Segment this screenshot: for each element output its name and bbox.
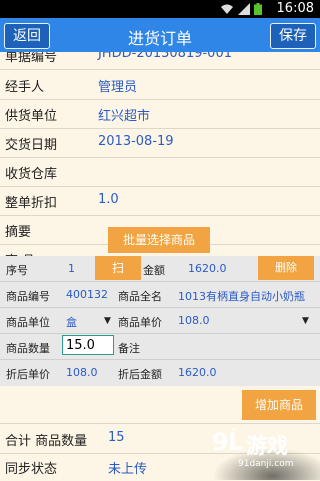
name-value: 1013有柄直身自动小奶瓶 [178, 290, 305, 303]
code-value: 400132 [66, 288, 108, 301]
item-panel: 序号 1 扫 金额 1620.0 删除 商品编号 400132 商品全名 101… [0, 256, 320, 386]
price-label: 商品单价 [118, 316, 162, 329]
item-code-row: 商品编号 400132 商品全名 1013有柄直身自动小奶瓶 [0, 282, 320, 307]
signal-icon [238, 3, 250, 15]
watermark-text: 游戏 [246, 434, 288, 458]
status-time: 16:08 [276, 1, 314, 16]
order-no-row: 单据编号 JHDD-20130819-001 [0, 52, 320, 70]
add-item-button[interactable]: 增加商品 [242, 390, 316, 420]
disc-amount-value: 1620.0 [178, 366, 217, 379]
quantity-input[interactable]: 15.0 [62, 335, 114, 355]
amount-label: 金额 [143, 264, 165, 277]
battery-icon [254, 3, 262, 15]
item-unit-row: 商品单位 盒 ▼ 商品单价 108.0 ▼ [0, 308, 320, 333]
discount-label: 整单折扣 [5, 196, 58, 211]
save-button[interactable]: 保存 [270, 23, 316, 49]
discount-row[interactable]: 整单折扣 1.0 [0, 186, 320, 216]
wifi-icon [221, 4, 233, 14]
summary-label: 摘要 [5, 225, 32, 240]
item-qty-row: 商品数量 15.0 备注 [0, 334, 320, 359]
handler-value[interactable]: 管理员 [98, 76, 137, 95]
total-value: 15 [108, 430, 125, 445]
status-bar: 16:08 [0, 0, 320, 18]
date-value[interactable]: 2013-08-19 [98, 134, 174, 149]
unit-label: 商品单位 [6, 316, 50, 329]
batch-select-button[interactable]: 批量选择商品 [108, 227, 210, 253]
amount-value: 1620.0 [188, 262, 227, 275]
qty-label: 商品数量 [6, 342, 50, 355]
note-label: 备注 [118, 342, 140, 355]
item-discount-row: 折后单价 108.0 折后金额 1620.0 [0, 360, 320, 385]
chevron-down-icon[interactable]: ▼ [104, 316, 111, 326]
watermark-logo: 9Ĺ [212, 428, 243, 456]
order-no-value: JHDD-20130819-001 [98, 52, 232, 61]
sync-label: 同步状态 [5, 462, 58, 477]
handler-row[interactable]: 经手人 管理员 [0, 70, 320, 100]
date-row[interactable]: 交货日期 2013-08-19 [0, 128, 320, 158]
handler-label: 经手人 [5, 80, 45, 95]
code-label: 商品编号 [6, 290, 50, 303]
watermark-url: 91danji.com [238, 459, 294, 469]
unit-dropdown[interactable]: 盒 [66, 314, 77, 330]
seq-value: 1 [68, 262, 75, 275]
price-value[interactable]: 108.0 [178, 314, 210, 327]
item-seq-row: 序号 1 扫 金额 1620.0 删除 [0, 256, 320, 281]
sync-value: 未上传 [108, 462, 148, 477]
supplier-row[interactable]: 供货单位 红兴超市 [0, 99, 320, 129]
scan-button[interactable]: 扫 [95, 256, 141, 280]
discount-value[interactable]: 1.0 [98, 192, 119, 207]
name-label: 商品全名 [118, 290, 162, 303]
disc-amount-label: 折后金额 [118, 368, 162, 381]
supplier-value[interactable]: 红兴超市 [98, 105, 150, 124]
disc-price-value: 108.0 [66, 366, 98, 379]
delete-button[interactable]: 删除 [258, 256, 314, 280]
seq-label: 序号 [6, 264, 28, 277]
supplier-label: 供货单位 [5, 109, 58, 124]
total-label: 合计 商品数量 [5, 434, 88, 449]
date-label: 交货日期 [5, 138, 58, 153]
warehouse-row[interactable]: 收货仓库 [0, 157, 320, 187]
warehouse-label: 收货仓库 [5, 167, 58, 182]
status-icons [220, 3, 262, 15]
order-no-label: 单据编号 [5, 52, 58, 65]
disc-price-label: 折后单价 [6, 368, 50, 381]
title-bar: 返回 进货订单 保存 [0, 18, 320, 52]
chevron-down-icon[interactable]: ▼ [302, 316, 309, 326]
